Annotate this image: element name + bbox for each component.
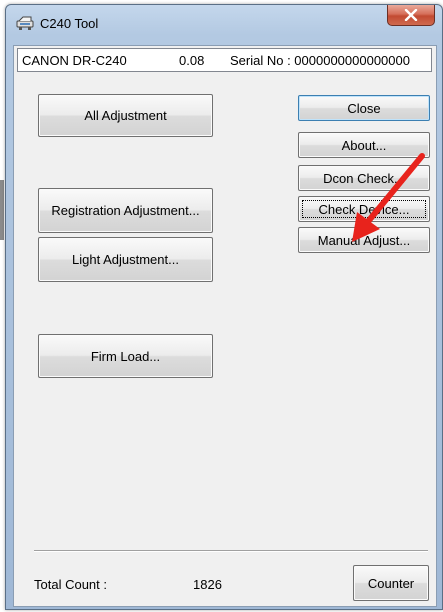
scanner-app-icon[interactable] (16, 15, 34, 31)
app-window: C240 Tool CANON DR-C240 0.08 Serial No :… (5, 4, 443, 610)
firm-load-button[interactable]: Firm Load... (38, 334, 213, 378)
dcon-check-button[interactable]: Dcon Check... (298, 165, 430, 191)
registration-adjustment-button[interactable]: Registration Adjustment... (38, 188, 213, 233)
footer-divider (34, 550, 428, 552)
dialog-body: CANON DR-C240 0.08 Serial No : 000000000… (13, 45, 437, 607)
close-icon (404, 9, 418, 21)
total-count-value: 1826 (193, 577, 222, 592)
close-button[interactable]: Close (298, 95, 430, 121)
total-count-label: Total Count : (34, 577, 107, 592)
window-title: C240 Tool (40, 16, 99, 31)
manual-adjust-button[interactable]: Manual Adjust... (298, 227, 430, 253)
title-bar[interactable]: C240 Tool (6, 5, 442, 43)
firmware-version: 0.08 (179, 53, 205, 68)
check-device-button[interactable]: Check Device... (298, 196, 430, 222)
device-info-box: CANON DR-C240 0.08 Serial No : 000000000… (17, 48, 432, 72)
device-model: CANON DR-C240 (22, 53, 127, 68)
serial-number: Serial No : 0000000000000000 (230, 53, 410, 68)
all-adjustment-button[interactable]: All Adjustment (38, 94, 213, 137)
background-edge (0, 180, 4, 240)
light-adjustment-button[interactable]: Light Adjustment... (38, 237, 213, 282)
window-close-button[interactable] (387, 5, 435, 26)
about-button[interactable]: About... (298, 132, 430, 158)
counter-button[interactable]: Counter (353, 565, 429, 601)
